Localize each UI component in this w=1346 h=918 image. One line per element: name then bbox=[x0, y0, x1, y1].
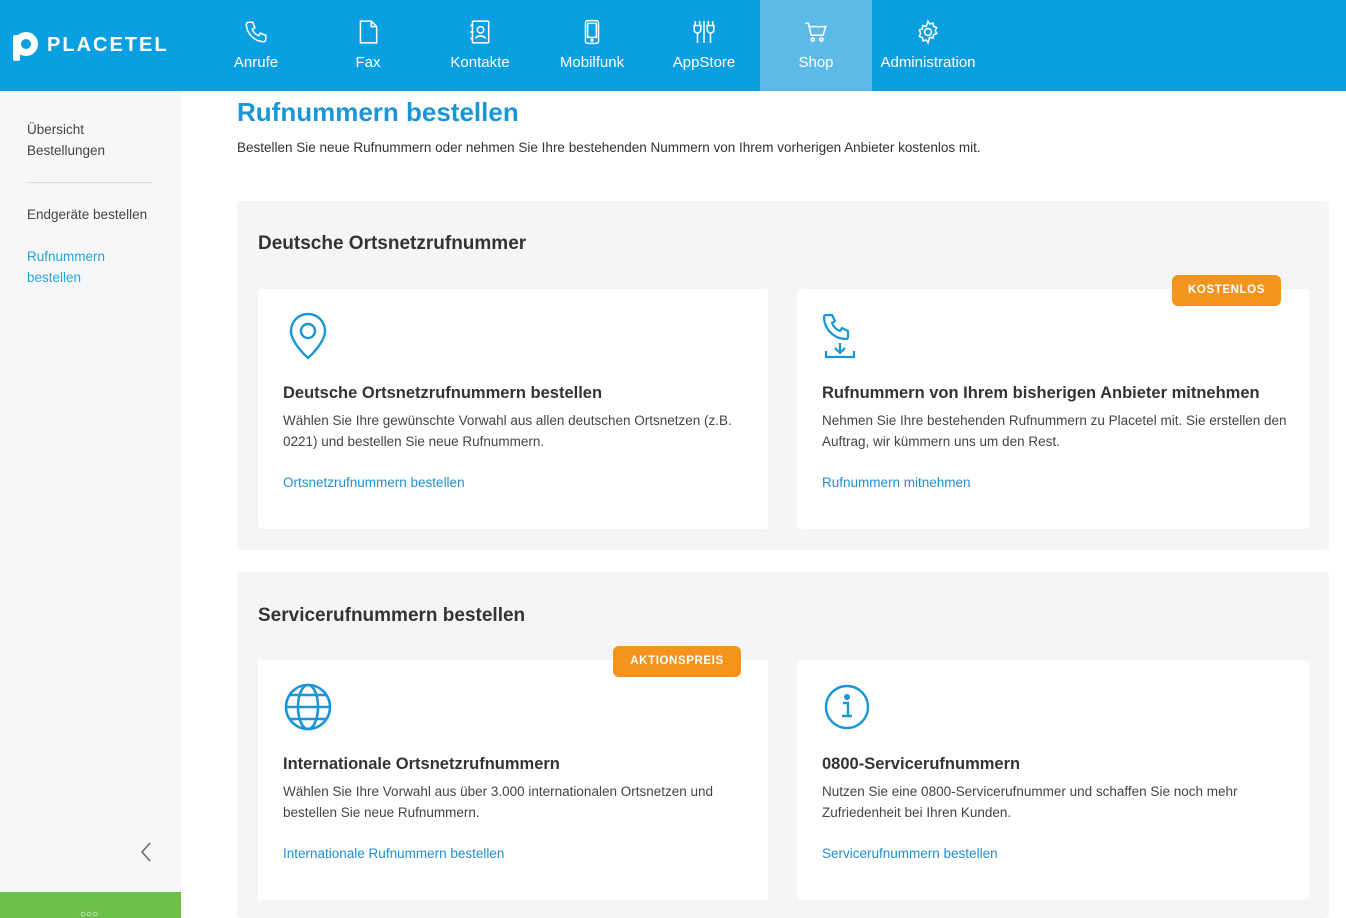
card-title: 0800-Servicerufnummern bbox=[822, 755, 1021, 773]
card-description: Nehmen Sie Ihre bestehenden Rufnummern z… bbox=[822, 413, 1287, 449]
nav-item-label: Kontakte bbox=[450, 54, 510, 71]
nav-item-label: Fax bbox=[355, 54, 381, 71]
servicerufnummern-bestellen-link[interactable]: Servicerufnummern bestellen bbox=[822, 846, 998, 861]
cart-icon bbox=[802, 18, 830, 46]
sidebar: Übersicht Bestellungen Endgeräte bestell… bbox=[0, 91, 181, 918]
brand-name: PLACETEL bbox=[47, 34, 169, 56]
nav-item-label: Shop bbox=[798, 54, 834, 71]
page-subtitle: Bestellen Sie neue Rufnummern oder nehme… bbox=[237, 140, 981, 155]
card-description: Wählen Sie Ihre gewünschte Vorwahl aus a… bbox=[283, 413, 732, 449]
location-pin-icon bbox=[283, 311, 333, 361]
nav-item-label: Mobilfunk bbox=[559, 54, 625, 71]
phone-download-icon bbox=[822, 311, 872, 361]
plug-icon bbox=[690, 18, 718, 46]
rufnummern-mitnehmen-link[interactable]: Rufnummern mitnehmen bbox=[822, 475, 971, 490]
nav-item-anrufe[interactable]: Anrufe bbox=[200, 0, 312, 91]
info-icon bbox=[822, 682, 872, 732]
sidebar-divider bbox=[27, 182, 153, 183]
top-navigation-bar: PLACETEL Anrufe Fax Kontakte Mobilfunk A… bbox=[0, 0, 1346, 91]
collapse-sidebar-button[interactable] bbox=[137, 840, 155, 864]
card-title: Internationale Ortsnetzrufnummern bbox=[283, 755, 560, 773]
fax-icon bbox=[354, 18, 382, 46]
nav-item-administration[interactable]: Administration bbox=[872, 0, 984, 91]
nav-item-label: Administration bbox=[880, 54, 976, 71]
card-ortsnetzrufnummern-bestellen: Deutsche Ortsnetzrufnummern bestellen Wä… bbox=[258, 289, 768, 529]
sidebar-item-endgeraete-bestellen[interactable]: Endgeräte bestellen bbox=[27, 204, 157, 225]
nav-item-appstore[interactable]: AppStore bbox=[648, 0, 760, 91]
nav-item-mobilfunk[interactable]: Mobilfunk bbox=[536, 0, 648, 91]
section-servicerufnummern: Servicerufnummern bestellen Internationa… bbox=[237, 572, 1329, 918]
card-description: Wählen Sie Ihre Vorwahl aus über 3.000 i… bbox=[283, 784, 714, 820]
card-internationale-ortsnetzrufnummern: Internationale Ortsnetzrufnummern Wählen… bbox=[258, 660, 768, 900]
nav-item-label: Anrufe bbox=[233, 54, 279, 71]
section-ortsnetzrufnummer: Deutsche Ortsnetzrufnummer Deutsche Orts… bbox=[237, 201, 1329, 550]
sidebar-item-rufnummern-bestellen[interactable]: Rufnummern bestellen bbox=[27, 246, 157, 288]
nav-item-label: AppStore bbox=[672, 54, 736, 71]
gear-icon bbox=[914, 18, 942, 46]
main-nav: Anrufe Fax Kontakte Mobilfunk AppStore S… bbox=[200, 0, 984, 91]
kostenlos-badge: KOSTENLOS bbox=[1172, 275, 1281, 306]
sidebar-bottom-action[interactable]: ○○○ bbox=[0, 892, 181, 918]
card-description: Nutzen Sie eine 0800-Servicerufnummer un… bbox=[822, 784, 1238, 820]
chevron-left-icon bbox=[140, 842, 151, 862]
nav-item-fax[interactable]: Fax bbox=[312, 0, 424, 91]
aktionspreis-badge: AKTIONSPREIS bbox=[613, 646, 741, 677]
card-0800-servicerufnummern: 0800-Servicerufnummern Nutzen Sie eine 0… bbox=[797, 660, 1309, 900]
card-title: Rufnummern von Ihrem bisherigen Anbieter… bbox=[822, 384, 1260, 402]
sidebar-bottom-label: ○○○ bbox=[80, 909, 99, 918]
placetel-logo-icon bbox=[13, 31, 39, 61]
contacts-icon bbox=[466, 18, 494, 46]
card-title: Deutsche Ortsnetzrufnummern bestellen bbox=[283, 384, 603, 402]
mobile-icon bbox=[578, 18, 606, 46]
section-title: Deutsche Ortsnetzrufnummer bbox=[258, 233, 527, 254]
section-title: Servicerufnummern bestellen bbox=[258, 605, 526, 626]
phone-icon bbox=[242, 18, 270, 46]
placetel-logo[interactable]: PLACETEL bbox=[0, 0, 200, 91]
page-title: Rufnummern bestellen bbox=[237, 97, 519, 127]
nav-item-shop[interactable]: Shop bbox=[760, 0, 872, 91]
card-rufnummern-mitnehmen: Rufnummern von Ihrem bisherigen Anbieter… bbox=[797, 289, 1309, 529]
globe-icon bbox=[283, 682, 333, 732]
ortsnetzrufnummern-bestellen-link[interactable]: Ortsnetzrufnummern bestellen bbox=[283, 475, 465, 490]
internationale-rufnummern-bestellen-link[interactable]: Internationale Rufnummern bestellen bbox=[283, 846, 504, 861]
sidebar-item-uebersicht-bestellungen[interactable]: Übersicht Bestellungen bbox=[27, 119, 157, 161]
nav-item-kontakte[interactable]: Kontakte bbox=[424, 0, 536, 91]
